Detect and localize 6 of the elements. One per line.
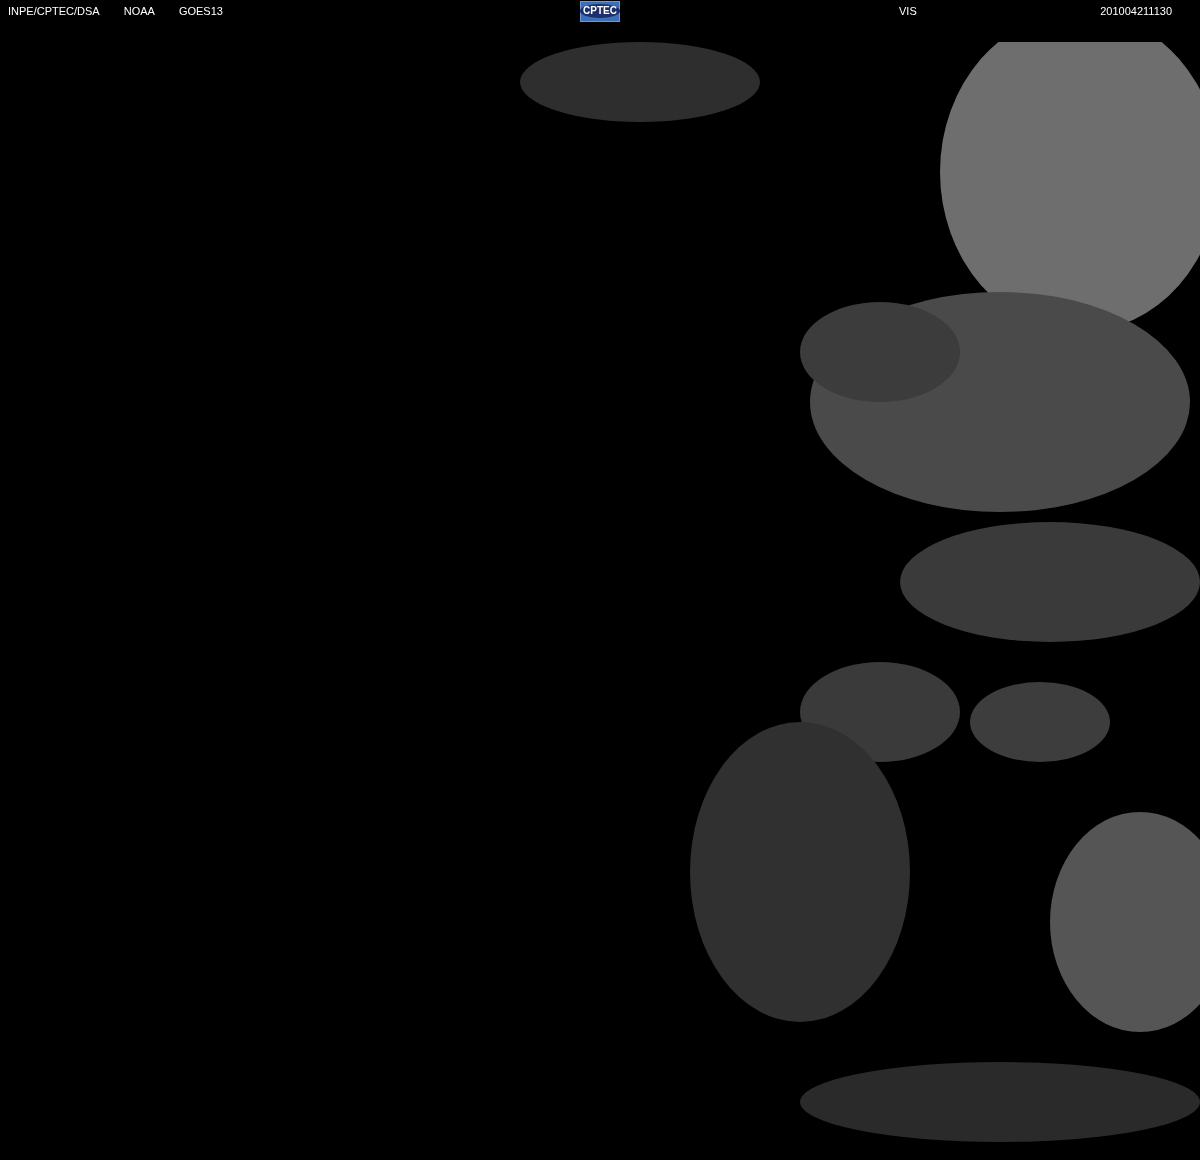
satellite-label: GOES13 [178,3,223,19]
timestamp-label: 201004211130 [1100,3,1172,19]
logo: CPTEC [580,0,620,22]
agency-label: NOAA [123,3,155,19]
source-label: INPE/CPTEC/DSA [8,3,100,19]
channel-label: VIS [899,3,917,19]
